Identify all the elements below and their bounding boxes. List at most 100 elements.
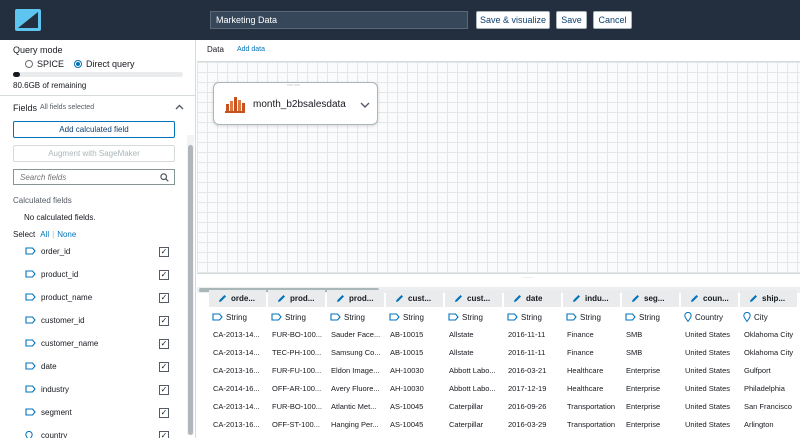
spice-capacity-text: 80.6GB of remaining (13, 81, 87, 90)
table-cell: San Francisco (744, 401, 792, 411)
field-checkbox[interactable]: ✓ (159, 431, 169, 438)
table-cell: United States (685, 329, 731, 339)
sidebar-scroll-thumb[interactable] (188, 145, 193, 435)
data-tab[interactable]: Data (207, 45, 224, 54)
column-type[interactable]: String (563, 311, 620, 323)
quicksight-logo-icon[interactable] (10, 7, 46, 33)
table-cell: Arlington (744, 419, 774, 429)
card-drag-handle-icon[interactable]: ⋯⋯ (287, 82, 301, 89)
field-row[interactable]: country ✓ (0, 425, 186, 438)
edit-pencil-icon[interactable] (513, 294, 522, 303)
column-type-label: String (521, 312, 542, 322)
string-tag-icon (625, 313, 636, 321)
edit-pencil-icon[interactable] (218, 294, 227, 303)
column-header-label: cust... (467, 294, 491, 303)
column-header[interactable]: cust... (445, 290, 502, 307)
spice-capacity-fill (13, 72, 20, 77)
sidebar-scrollbar[interactable] (187, 135, 194, 435)
edit-pencil-icon[interactable] (749, 294, 758, 303)
table-cell: AB-10015 (390, 329, 424, 339)
direct-query-radio[interactable] (74, 60, 82, 68)
column-header[interactable]: ship... (740, 290, 797, 307)
edit-pencil-icon[interactable] (336, 294, 345, 303)
column-header-label: orde... (231, 294, 256, 303)
field-checkbox[interactable]: ✓ (159, 339, 169, 349)
edit-pencil-icon[interactable] (631, 294, 640, 303)
location-pin-icon (743, 312, 751, 322)
table-cell: Avery Fluore... (331, 383, 380, 393)
spice-radio[interactable] (25, 60, 33, 68)
select-all-link[interactable]: All (40, 230, 49, 239)
column-type[interactable]: String (327, 311, 384, 323)
table-cell: Abbott Labo... (449, 365, 496, 375)
field-row[interactable]: date ✓ (0, 356, 186, 378)
column-type[interactable]: String (268, 311, 325, 323)
edit-pencil-icon[interactable] (572, 294, 581, 303)
select-row: Select All | None (13, 230, 76, 239)
string-tag-icon (330, 313, 341, 321)
table-cell: 2016-11-11 (508, 347, 546, 357)
column-header[interactable]: coun... (681, 290, 738, 307)
column-type[interactable]: String (622, 311, 679, 323)
field-row[interactable]: order_id ✓ (0, 241, 186, 263)
edit-pencil-icon[interactable] (395, 294, 404, 303)
string-tag-icon (25, 362, 36, 372)
direct-query-radio-option[interactable]: Direct query (74, 59, 135, 69)
column-type[interactable]: String (386, 311, 443, 323)
chevron-down-icon[interactable] (360, 100, 370, 110)
top-bar: Save & visualize Save Cancel (0, 0, 800, 40)
search-fields-box[interactable] (13, 169, 175, 185)
table-cell: Caterpillar (449, 419, 484, 429)
table-cell: 2016-11-11 (508, 329, 546, 339)
save-button[interactable]: Save (556, 11, 587, 29)
column-header[interactable]: date (504, 290, 561, 307)
field-checkbox[interactable]: ✓ (159, 362, 169, 372)
chevron-up-icon[interactable] (175, 102, 184, 112)
column-type[interactable]: String (504, 311, 561, 323)
field-checkbox[interactable]: ✓ (159, 385, 169, 395)
dataset-name-input[interactable] (210, 11, 468, 29)
save-and-visualize-button[interactable]: Save & visualize (476, 11, 550, 29)
panel-resize-divider[interactable]: ⋯⋯ (197, 273, 800, 281)
location-pin-icon (684, 312, 692, 322)
column-header-label: coun... (703, 294, 729, 303)
field-checkbox[interactable]: ✓ (159, 408, 169, 418)
table-cell: Transportation (567, 419, 616, 429)
column-header[interactable]: prod... (327, 290, 384, 307)
field-checkbox[interactable]: ✓ (159, 247, 169, 257)
column-type[interactable]: City (740, 311, 797, 323)
column-header[interactable]: prod... (268, 290, 325, 307)
table-cell: Samsung Co... (331, 347, 381, 357)
edit-pencil-icon[interactable] (454, 294, 463, 303)
field-row[interactable]: industry ✓ (0, 379, 186, 401)
column-header[interactable]: indu... (563, 290, 620, 307)
field-checkbox[interactable]: ✓ (159, 293, 169, 303)
table-cell: AB-10015 (390, 347, 424, 357)
field-checkbox[interactable]: ✓ (159, 270, 169, 280)
field-row[interactable]: product_id ✓ (0, 264, 186, 286)
column-type[interactable]: String (445, 311, 502, 323)
add-data-link[interactable]: Add data (237, 46, 265, 53)
cancel-button[interactable]: Cancel (593, 11, 632, 29)
search-icon[interactable] (160, 172, 169, 182)
edit-pencil-icon[interactable] (277, 294, 286, 303)
table-cell: OFF-AR-100... (272, 383, 322, 393)
table-cell: Gulfport (744, 365, 771, 375)
field-row[interactable]: customer_name ✓ (0, 333, 186, 355)
add-calculated-field-button[interactable]: Add calculated field (13, 121, 175, 138)
field-checkbox[interactable]: ✓ (159, 316, 169, 326)
select-none-link[interactable]: None (57, 230, 76, 239)
resize-handle-icon[interactable]: ⋯⋯ (523, 275, 533, 281)
column-type[interactable]: Country (681, 311, 738, 323)
augment-with-sagemaker-button[interactable]: Augment with SageMaker (13, 145, 175, 162)
field-row[interactable]: customer_id ✓ (0, 310, 186, 332)
search-fields-input[interactable] (14, 172, 160, 182)
edit-pencil-icon[interactable] (690, 294, 699, 303)
spice-radio-option[interactable]: SPICE (25, 59, 64, 69)
column-header[interactable]: orde... (209, 290, 266, 307)
field-row[interactable]: product_name ✓ (0, 287, 186, 309)
field-row[interactable]: segment ✓ (0, 402, 186, 424)
column-header[interactable]: cust... (386, 290, 443, 307)
column-header[interactable]: seg... (622, 290, 679, 307)
column-type[interactable]: String (209, 311, 266, 323)
